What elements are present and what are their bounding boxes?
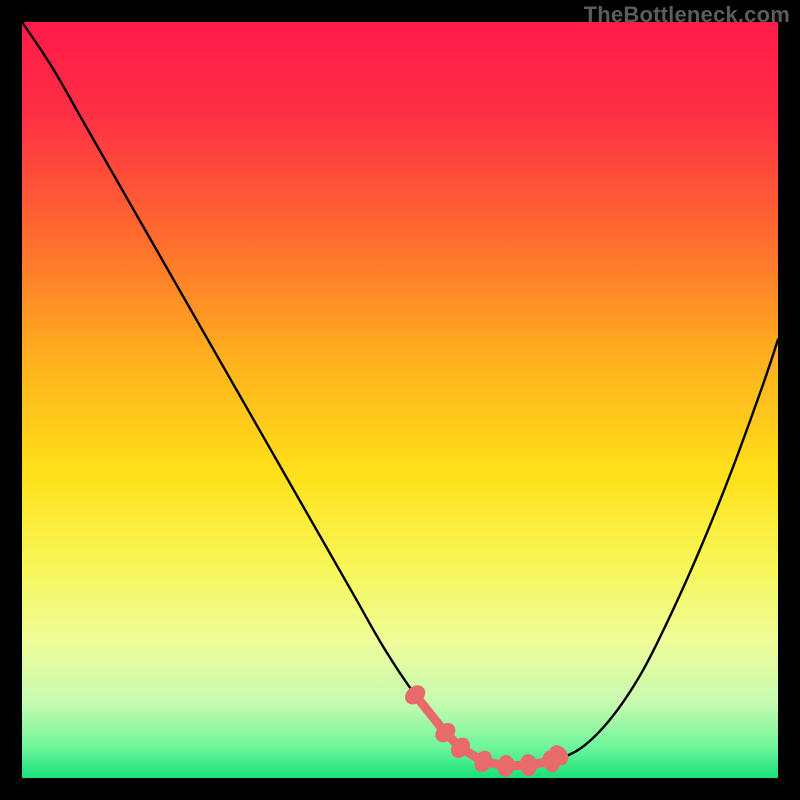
chart-svg xyxy=(22,22,778,778)
plot-area xyxy=(22,22,778,778)
gradient-background xyxy=(22,22,778,778)
outer-frame: TheBottleneck.com xyxy=(0,0,800,800)
attribution-text: TheBottleneck.com xyxy=(584,2,790,28)
